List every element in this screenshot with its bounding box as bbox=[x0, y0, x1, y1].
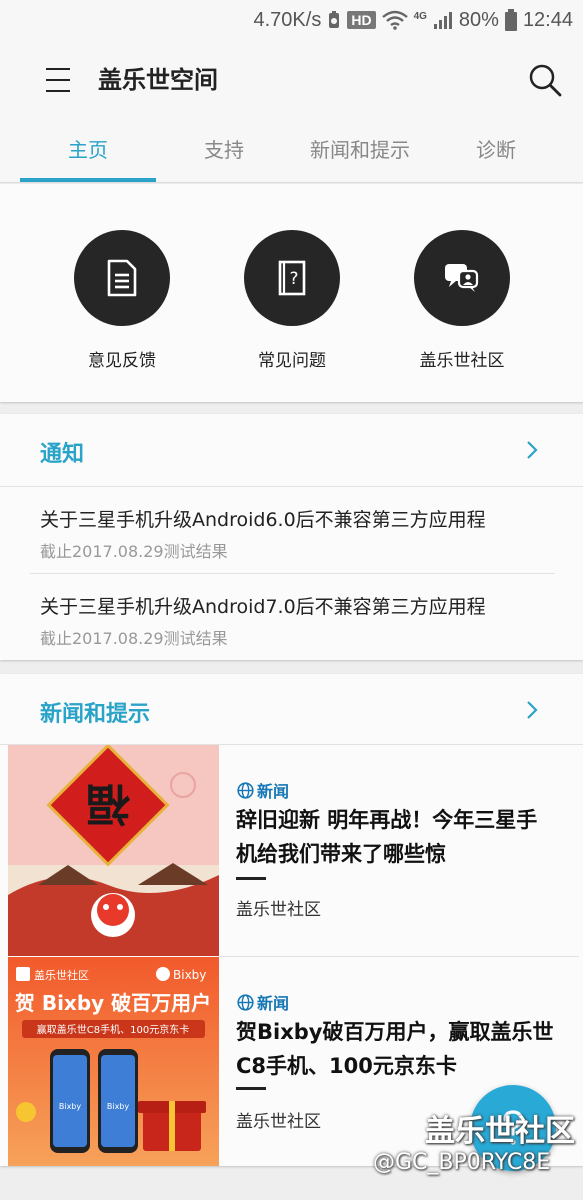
quick-actions-card: 意见反馈 ? 常见问题 盖乐世社区 bbox=[0, 184, 583, 402]
hamburger-menu-icon[interactable] bbox=[40, 62, 76, 98]
watermark-userid: @GC_BP0RYC8E bbox=[373, 1150, 551, 1175]
thumb-subline: 赢取盖乐世C8手机、100元京东卡 bbox=[37, 1023, 189, 1036]
tab-support[interactable]: 支持 bbox=[156, 120, 292, 180]
news-item[interactable]: 福 新闻 辞旧迎新 明年再战！今年三星手机给我们带来了哪些惊 盖乐世社区 bbox=[0, 745, 583, 956]
news-thumbnail-bixby-promo: 盖乐世社区 Bixby 贺 Bixby 破百万用户 赢取盖乐世C8手机、100元… bbox=[8, 957, 219, 1166]
news-dash bbox=[236, 877, 266, 880]
news-header[interactable]: 新闻和提示 bbox=[0, 674, 583, 744]
notice-subtitle: 截止2017.08.29测试结果 bbox=[40, 629, 228, 648]
thumb-phone-label: Bixby bbox=[107, 1102, 130, 1111]
news-source: 盖乐世社区 bbox=[236, 900, 321, 920]
news-tag-label: 新闻 bbox=[257, 994, 290, 1013]
news-section-title: 新闻和提示 bbox=[40, 702, 151, 727]
tab-diagnostics[interactable]: 诊断 bbox=[428, 120, 564, 180]
app-bar: 盖乐世空间 bbox=[0, 40, 583, 120]
status-bar: 4.70K/s HD 4G 80% 12:44 bbox=[0, 0, 583, 40]
feedback-document-icon bbox=[107, 259, 137, 297]
notice-title: 关于三星手机升级Android6.0后不兼容第三方应用程 bbox=[40, 509, 486, 531]
clock: 12:44 bbox=[522, 8, 573, 31]
news-tag: 新闻 bbox=[237, 990, 289, 1014]
signal-icon bbox=[433, 12, 452, 29]
thumb-brand: 盖乐世社区 bbox=[34, 968, 89, 982]
news-thumbnail-lunar-new-year: 福 bbox=[8, 745, 219, 956]
search-icon[interactable] bbox=[525, 60, 565, 100]
notices-header[interactable]: 通知 bbox=[0, 414, 583, 486]
tab-home[interactable]: 主页 bbox=[20, 120, 156, 180]
chevron-right-icon bbox=[527, 701, 538, 719]
data-saver-icon bbox=[329, 11, 340, 28]
notices-title: 通知 bbox=[40, 442, 85, 467]
news-title: 辞旧迎新 明年再战！今年三星手机给我们带来了哪些惊 bbox=[236, 808, 538, 866]
tab-news-tips[interactable]: 新闻和提示 bbox=[292, 120, 428, 180]
news-tag-label: 新闻 bbox=[257, 782, 290, 801]
battery-percent: 80% bbox=[458, 8, 499, 31]
community-label: 盖乐世社区 bbox=[419, 351, 505, 371]
feedback-button[interactable]: 意见反馈 bbox=[37, 230, 207, 371]
app-title: 盖乐世空间 bbox=[98, 66, 218, 94]
battery-icon bbox=[504, 9, 517, 31]
notice-title: 关于三星手机升级Android7.0后不兼容第三方应用程 bbox=[40, 596, 486, 618]
globe-icon bbox=[237, 781, 254, 799]
tab-bar: 主页 支持 新闻和提示 诊断 bbox=[0, 120, 583, 183]
thumb-headline: 贺 Bixby 破百万用户 bbox=[15, 991, 211, 1015]
wifi-icon bbox=[381, 10, 408, 30]
community-button[interactable]: 盖乐世社区 bbox=[377, 230, 547, 371]
news-source: 盖乐世社区 bbox=[236, 1112, 321, 1132]
thumb-phone-label: Bixby bbox=[59, 1102, 82, 1111]
active-tab-indicator bbox=[20, 178, 156, 182]
notices-card: 通知 关于三星手机升级Android6.0后不兼容第三方应用程 截止2017.0… bbox=[0, 414, 583, 660]
notice-item[interactable]: 关于三星手机升级Android6.0后不兼容第三方应用程 截止2017.08.2… bbox=[0, 487, 583, 573]
network-type: 4G bbox=[413, 10, 427, 22]
news-dash bbox=[236, 1087, 266, 1090]
faq-label: 常见问题 bbox=[258, 351, 326, 371]
globe-icon bbox=[237, 993, 254, 1011]
news-title: 贺Bixby破百万用户，赢取盖乐世C8手机、100元京东卡 bbox=[236, 1020, 554, 1078]
svg-text:?: ? bbox=[289, 269, 298, 289]
notice-item[interactable]: 关于三星手机升级Android7.0后不兼容第三方应用程 截止2017.08.2… bbox=[0, 574, 583, 660]
community-icon bbox=[445, 264, 479, 292]
notice-subtitle: 截止2017.08.29测试结果 bbox=[40, 542, 228, 561]
hd-badge: HD bbox=[347, 11, 376, 29]
chevron-right-icon bbox=[527, 441, 538, 459]
watermark-community: 盖乐世社区 bbox=[425, 1114, 575, 1149]
network-speed: 4.70K/s bbox=[253, 8, 322, 31]
faq-button[interactable]: ? 常见问题 bbox=[207, 230, 377, 371]
feedback-label: 意见反馈 bbox=[88, 351, 156, 371]
faq-book-icon: ? bbox=[278, 260, 306, 296]
news-tag: 新闻 bbox=[237, 778, 289, 802]
fu-character: 福 bbox=[86, 778, 131, 829]
thumb-bixby-logo: Bixby bbox=[173, 968, 206, 982]
